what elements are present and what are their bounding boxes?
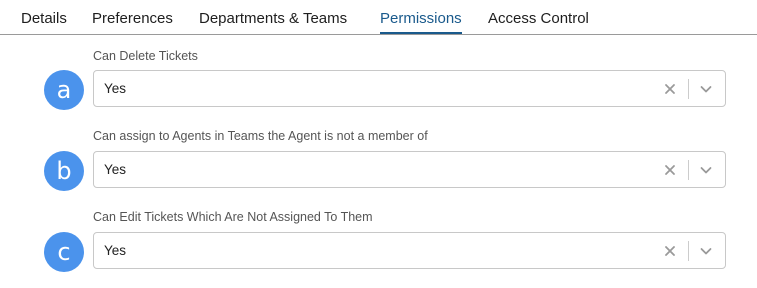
field-label-can-edit-unassigned-tickets: Can Edit Tickets Which Are Not Assigned … <box>93 210 373 224</box>
select-can-edit-unassigned-tickets[interactable]: Yes <box>93 232 726 269</box>
chevron-down-icon[interactable] <box>697 161 715 179</box>
step-badge-b: b <box>44 151 84 191</box>
field-label-can-assign-to-agents: Can assign to Agents in Teams the Agent … <box>93 129 428 143</box>
indicator-separator <box>688 160 689 180</box>
select-value: Yes <box>104 81 127 96</box>
tab-departments-teams[interactable]: Departments & Teams <box>199 10 347 28</box>
tab-details[interactable]: Details <box>21 10 67 28</box>
indicator-separator <box>688 241 689 261</box>
field-label-can-delete-tickets: Can Delete Tickets <box>93 49 198 63</box>
tab-access-control[interactable]: Access Control <box>488 10 589 28</box>
step-badge-c: c <box>44 232 84 272</box>
select-value: Yes <box>104 243 127 258</box>
chevron-down-icon[interactable] <box>697 242 715 260</box>
clear-icon[interactable] <box>661 80 679 98</box>
step-badge-a: a <box>44 70 84 110</box>
select-value: Yes <box>104 162 127 177</box>
clear-icon[interactable] <box>661 161 679 179</box>
tab-permissions[interactable]: Permissions <box>380 10 462 34</box>
clear-icon[interactable] <box>661 242 679 260</box>
tab-preferences[interactable]: Preferences <box>92 10 173 28</box>
select-can-assign-to-agents[interactable]: Yes <box>93 151 726 188</box>
select-can-delete-tickets[interactable]: Yes <box>93 70 726 107</box>
tab-bar: Details Preferences Departments & Teams … <box>0 0 757 35</box>
chevron-down-icon[interactable] <box>697 80 715 98</box>
indicator-separator <box>688 79 689 99</box>
